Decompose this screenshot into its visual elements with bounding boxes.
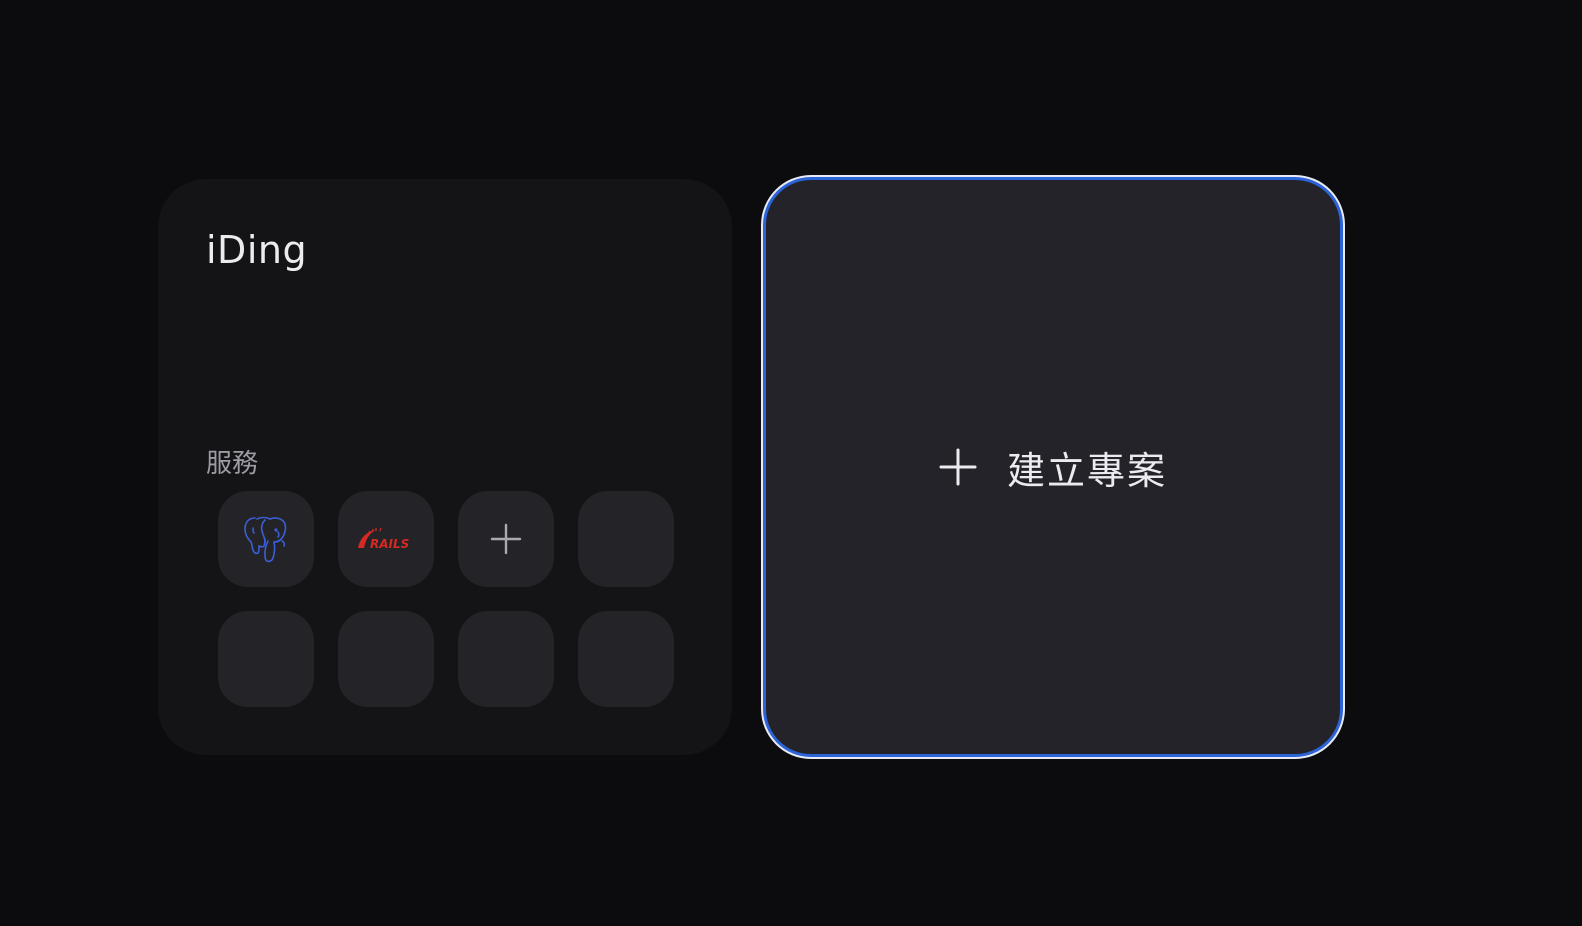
create-project-label: 建立專案 [1006, 448, 1167, 493]
project-card-iding[interactable]: iDing 服務 RAILS [158, 179, 732, 755]
project-title: iDing [206, 228, 308, 272]
empty-service-slot [578, 611, 674, 707]
plus-icon [939, 448, 977, 486]
plus-icon [490, 523, 522, 555]
empty-service-slot [578, 491, 674, 587]
rails-logo-text: RAILS [370, 537, 409, 551]
create-project-button[interactable]: 建立專案 [763, 177, 1343, 757]
create-project-content: 建立專案 [939, 440, 1167, 495]
service-postgresql[interactable] [218, 491, 314, 587]
empty-service-slot [218, 611, 314, 707]
add-service-button[interactable] [458, 491, 554, 587]
dashboard: iDing 服務 RAILS 建立專案 [0, 0, 1582, 926]
postgresql-elephant-icon [244, 516, 287, 563]
empty-service-slot [338, 611, 434, 707]
empty-service-slot [458, 611, 554, 707]
rails-logo-icon: RAILS [358, 527, 409, 551]
service-rails[interactable]: RAILS [338, 491, 434, 587]
services-label: 服務 [206, 449, 259, 479]
service-grid: RAILS [218, 491, 674, 707]
